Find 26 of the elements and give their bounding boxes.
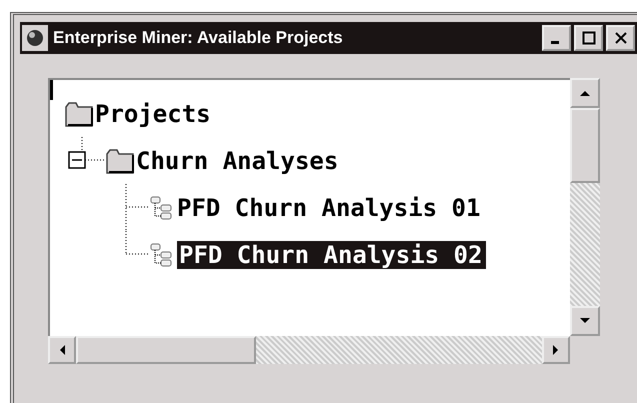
- tree-item[interactable]: PFD Churn Analysis 02: [177, 240, 486, 268]
- scroll-right-button[interactable]: [542, 336, 570, 364]
- folder-icon: [106, 148, 134, 174]
- up-arrow-icon: [579, 89, 591, 97]
- tree-item[interactable]: Projects: [95, 100, 215, 128]
- scroll-down-button[interactable]: [570, 306, 600, 336]
- minimize-button[interactable]: [542, 25, 571, 51]
- maximize-button[interactable]: [574, 25, 603, 51]
- tree-item[interactable]: Churn Analyses: [136, 146, 342, 174]
- maximize-icon: [582, 31, 596, 45]
- tree-item[interactable]: PFD Churn Analysis 01: [177, 194, 484, 222]
- left-arrow-icon: [58, 344, 66, 356]
- vertical-scrollbar[interactable]: [570, 78, 600, 336]
- close-button[interactable]: [606, 25, 635, 51]
- scroll-thumb[interactable]: [76, 336, 256, 364]
- collapse-toggle[interactable]: [68, 151, 86, 169]
- folder-icon: [65, 100, 93, 126]
- window-title: Enterprise Miner: Available Projects: [53, 28, 344, 48]
- horizontal-scrollbar[interactable]: [48, 336, 570, 364]
- scroll-left-button[interactable]: [48, 336, 76, 364]
- scroll-thumb[interactable]: [570, 108, 600, 183]
- right-arrow-icon: [552, 344, 560, 356]
- close-icon: [614, 31, 628, 45]
- minimize-icon: [551, 41, 559, 44]
- scroll-up-button[interactable]: [570, 78, 600, 108]
- down-arrow-icon: [579, 317, 591, 325]
